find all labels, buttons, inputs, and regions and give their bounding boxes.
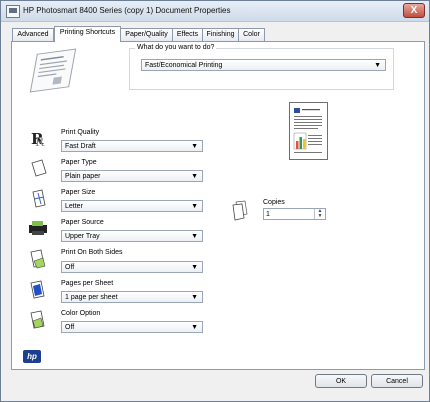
document-preview-icon — [29, 48, 77, 93]
chevron-down-icon: ▼ — [191, 324, 198, 331]
setting-label-print-quality: Print Quality — [61, 129, 100, 136]
tab-printing-shortcuts[interactable]: Printing Shortcuts — [54, 26, 121, 42]
printer-tray-icon — [28, 219, 48, 239]
print-quality-value: Fast Draft — [65, 143, 96, 150]
chevron-down-icon: ▼ — [191, 264, 198, 271]
page-preview — [289, 102, 328, 160]
pages-per-sheet-value: 1 page per sheet — [65, 294, 118, 301]
color-option-value: Off — [65, 324, 75, 331]
color-option-select[interactable]: Off ▼ — [61, 321, 203, 333]
shortcut-select[interactable]: Fast/Economical Printing ▼ — [141, 59, 386, 71]
document-properties-window: HP Photosmart 8400 Series (copy 1) Docum… — [0, 0, 430, 402]
window-icon — [6, 5, 20, 18]
copies-field[interactable]: 1 ▲ ▼ — [263, 208, 326, 220]
chevron-down-icon: ▼ — [191, 173, 198, 180]
setting-label-paper-size: Paper Size — [61, 189, 96, 196]
copies-stepper[interactable]: ▲ ▼ — [314, 209, 325, 219]
print-quality-icon: RR — [30, 128, 46, 150]
paper-source-value: Upper Tray — [65, 233, 100, 240]
paper-type-value: Plain paper — [65, 173, 101, 180]
hp-logo: hp — [23, 350, 41, 363]
paper-type-icon — [30, 159, 48, 179]
chevron-down-icon: ▼ — [191, 143, 198, 150]
hp-logo-text: hp — [27, 352, 37, 361]
print-quality-select[interactable]: Fast Draft ▼ — [61, 140, 203, 152]
duplex-icon — [29, 249, 47, 271]
arrow-down-icon[interactable]: ▼ — [315, 214, 325, 219]
pages-per-sheet-icon — [29, 280, 47, 302]
copies-value: 1 — [266, 211, 270, 218]
chevron-down-icon: ▼ — [374, 62, 381, 69]
paper-size-icon — [30, 189, 48, 211]
setting-label-color-option: Color Option — [61, 310, 101, 317]
tab-advanced[interactable]: Advanced — [12, 28, 54, 41]
tab-effects[interactable]: Effects — [172, 28, 203, 41]
copies-label: Copies — [263, 199, 285, 206]
pages-per-sheet-select[interactable]: 1 page per sheet ▼ — [61, 291, 203, 303]
paper-type-select[interactable]: Plain paper ▼ — [61, 170, 203, 182]
ok-button[interactable]: OK — [315, 374, 367, 388]
cancel-button[interactable]: Cancel — [371, 374, 423, 388]
copies-icon — [230, 200, 250, 224]
print-both-sides-select[interactable]: Off ▼ — [61, 261, 203, 273]
setting-label-print-both-sides: Print On Both Sides — [61, 249, 123, 256]
close-button[interactable]: X — [403, 3, 425, 18]
shortcut-label: What do you want to do? — [135, 44, 217, 51]
paper-size-value: Letter — [65, 203, 83, 210]
setting-label-pages-per-sheet: Pages per Sheet — [61, 280, 114, 287]
tab-paper-quality[interactable]: Paper/Quality — [120, 28, 173, 41]
chevron-down-icon: ▼ — [191, 233, 198, 240]
tab-color[interactable]: Color — [238, 28, 265, 41]
color-option-icon — [29, 310, 47, 332]
paper-source-select[interactable]: Upper Tray ▼ — [61, 230, 203, 242]
chevron-down-icon: ▼ — [191, 294, 198, 301]
setting-label-paper-type: Paper Type — [61, 159, 97, 166]
tab-finishing[interactable]: Finishing — [202, 28, 239, 41]
svg-text:R: R — [35, 135, 45, 148]
paper-size-select[interactable]: Letter ▼ — [61, 200, 203, 212]
chevron-down-icon: ▼ — [191, 203, 198, 210]
shortcut-value: Fast/Economical Printing — [145, 62, 223, 69]
title-bar[interactable]: HP Photosmart 8400 Series (copy 1) Docum… — [1, 1, 429, 22]
window-title: HP Photosmart 8400 Series (copy 1) Docum… — [23, 6, 231, 15]
print-both-sides-value: Off — [65, 264, 75, 271]
setting-label-paper-source: Paper Source — [61, 219, 104, 226]
